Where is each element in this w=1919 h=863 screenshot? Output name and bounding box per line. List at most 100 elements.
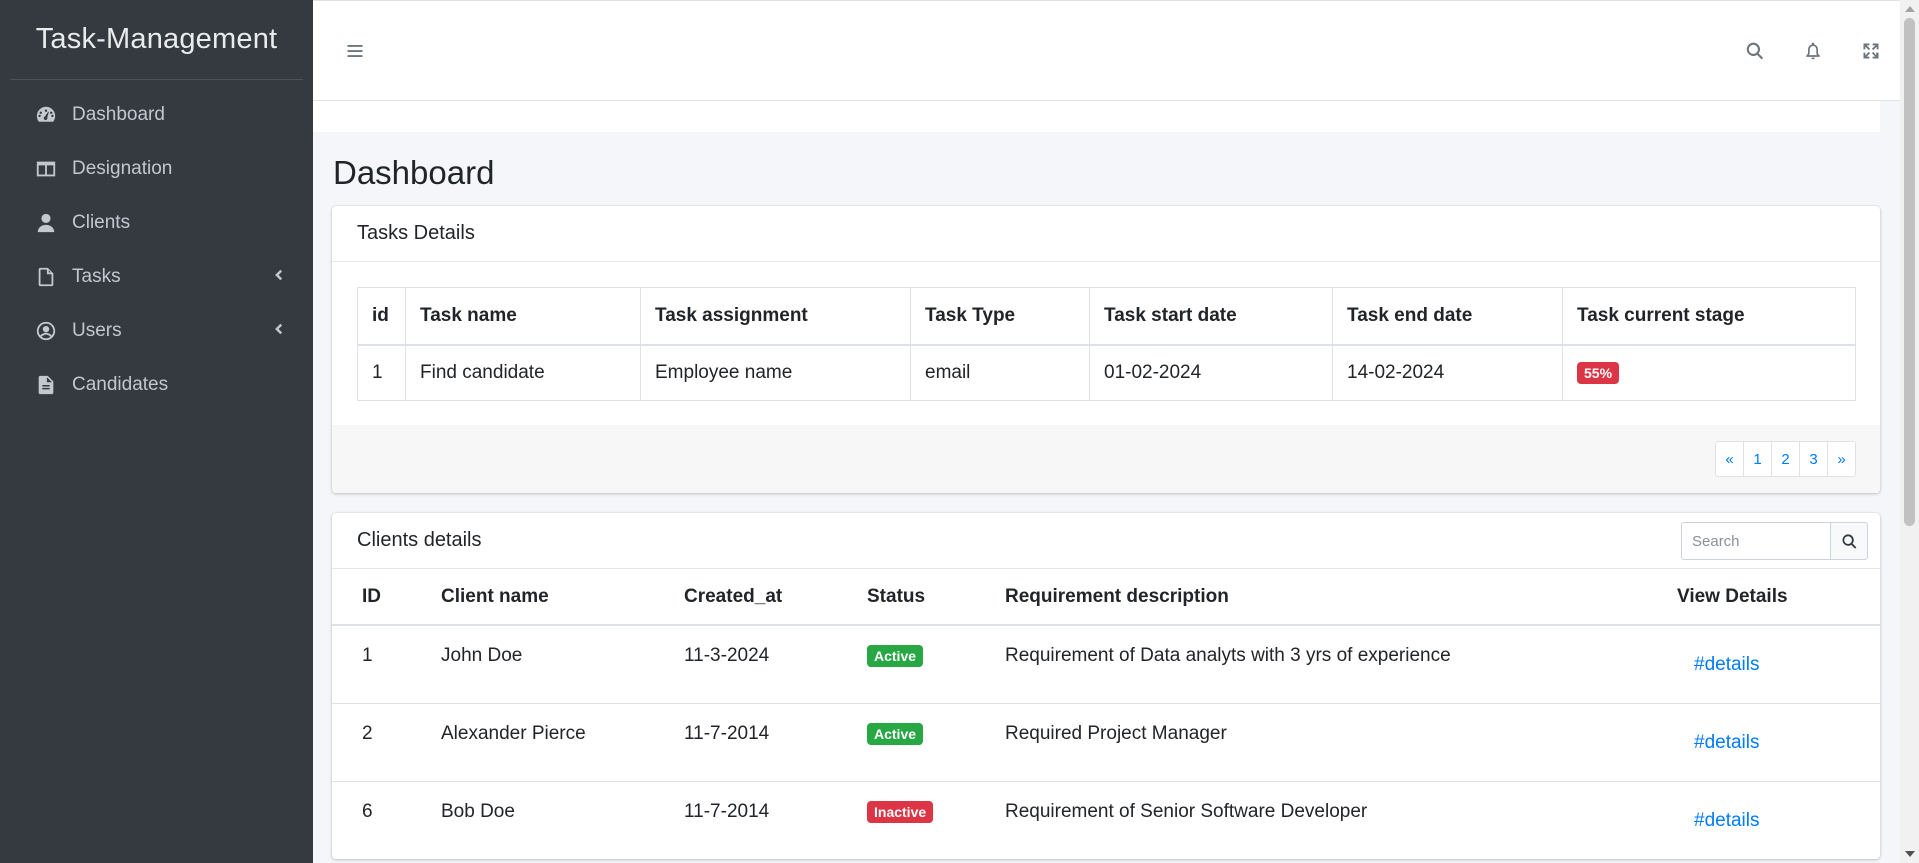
tasks-card-header: Tasks Details	[332, 206, 1880, 262]
page-1-button[interactable]: 1	[1743, 441, 1772, 477]
client-status-cell: Inactive	[837, 780, 975, 859]
chevron-left-icon	[271, 322, 285, 341]
column-header: ID	[332, 569, 411, 626]
table-row: 6 Bob Doe 11-7-2014 Inactive Requirement…	[332, 780, 1880, 859]
search-icon[interactable]	[1726, 22, 1784, 80]
client-requirement: Requirement of Senior Software Developer	[975, 780, 1647, 859]
tasks-card-title: Tasks Details	[357, 222, 475, 244]
table-row: 1 Find candidate Employee name email 01-…	[357, 344, 1856, 401]
task-assignment: Employee name	[640, 344, 911, 401]
client-id: 6	[332, 780, 411, 859]
user-circle-icon	[34, 319, 58, 343]
details-link[interactable]: #details	[1694, 732, 1760, 753]
client-details-cell: #details	[1647, 702, 1880, 781]
file-icon	[34, 265, 58, 289]
column-header: Task start date	[1089, 287, 1333, 346]
brand[interactable]: Task-Management	[10, 0, 303, 80]
brand-text[interactable]: Task-Management	[36, 23, 278, 56]
sidebar-item-label: Designation	[72, 158, 173, 179]
sidebar-item-designation[interactable]: Designation	[0, 142, 313, 196]
search-icon	[1842, 533, 1856, 549]
clients-table: ID Client name Created_at Status Require…	[332, 569, 1880, 859]
navbar-right	[1726, 1, 1900, 100]
top-navbar	[313, 0, 1900, 101]
client-requirement: Required Project Manager	[975, 702, 1647, 781]
sidebar-item-tasks[interactable]: Tasks	[0, 250, 313, 304]
client-details-cell: #details	[1647, 780, 1880, 859]
page-next-button[interactable]: »	[1827, 441, 1856, 477]
sidebar-item-clients[interactable]: Clients	[0, 196, 313, 250]
table-row: 1 John Doe 11-3-2024 Active Requirement …	[332, 624, 1880, 703]
details-link[interactable]: #details	[1694, 810, 1760, 831]
table-row: 2 Alexander Pierce 11-7-2014 Active Requ…	[332, 702, 1880, 781]
page-3-button[interactable]: 3	[1799, 441, 1828, 477]
sidebar-item-label: Candidates	[72, 374, 169, 395]
scroll-up-arrow-icon[interactable]	[1905, 6, 1915, 12]
sidebar-item-label: Dashboard	[72, 104, 165, 125]
column-header: View Details	[1647, 569, 1880, 626]
client-name: Bob Doe	[411, 780, 654, 859]
clients-search-input[interactable]	[1681, 522, 1830, 560]
clients-card-title: Clients details	[357, 529, 482, 551]
page-2-button[interactable]: 2	[1771, 441, 1800, 477]
column-header: Task Type	[910, 287, 1090, 346]
column-header: Task assignment	[640, 287, 911, 346]
clients-card: Clients details ID Client name Created_a…	[332, 513, 1880, 859]
client-status-cell: Active	[837, 624, 975, 703]
main-area: Dashboard Tasks Details id Task name Tas…	[313, 0, 1900, 863]
content-wrapper-top	[313, 101, 1880, 132]
menu-icon[interactable]	[343, 39, 367, 63]
sidebar-nav: Dashboard Designation Clients Tasks User…	[0, 80, 313, 412]
columns-icon	[34, 157, 58, 181]
client-status-cell: Active	[837, 702, 975, 781]
status-badge: Active	[867, 722, 924, 745]
task-end-date: 14-02-2024	[1332, 344, 1563, 401]
column-header: Status	[837, 569, 975, 626]
client-created-at: 11-7-2014	[654, 702, 837, 781]
task-stage-cell: 55%	[1562, 344, 1856, 401]
tasks-card-body: id Task name Task assignment Task Type T…	[332, 262, 1880, 425]
column-header: Task name	[405, 287, 641, 346]
sidebar: Task-Management Dashboard Designation Cl…	[0, 0, 313, 863]
scroll-down-arrow-icon[interactable]	[1905, 851, 1915, 857]
column-header: Task end date	[1332, 287, 1563, 346]
task-start-date: 01-02-2024	[1089, 344, 1333, 401]
client-requirement: Requirement of Data analyts with 3 yrs o…	[975, 624, 1647, 703]
status-badge: Active	[867, 645, 924, 667]
sidebar-item-label: Clients	[72, 212, 131, 233]
page-scrollbar[interactable]	[1900, 0, 1919, 863]
tasks-card: Tasks Details id Task name Task assignme…	[332, 206, 1880, 493]
table-header-row: ID Client name Created_at Status Require…	[332, 569, 1880, 626]
status-badge: Inactive	[867, 800, 934, 823]
client-id: 2	[332, 702, 411, 781]
sidebar-item-users[interactable]: Users	[0, 304, 313, 358]
sidebar-item-dashboard[interactable]: Dashboard	[0, 88, 313, 142]
stage-badge: 55%	[1577, 361, 1620, 384]
dashboard-icon	[34, 103, 58, 127]
sidebar-item-candidates[interactable]: Candidates	[0, 358, 313, 412]
column-header: Task current stage	[1562, 287, 1856, 346]
bell-icon[interactable]	[1784, 22, 1842, 80]
column-header: id	[357, 287, 406, 346]
scrollbar-thumb[interactable]	[1904, 18, 1915, 526]
clients-search-group	[1681, 522, 1868, 560]
clients-search-button[interactable]	[1830, 522, 1868, 560]
task-type: email	[910, 344, 1090, 401]
client-created-at: 11-7-2014	[654, 780, 837, 859]
client-created-at: 11-3-2024	[654, 624, 837, 703]
sidebar-item-label: Tasks	[72, 266, 121, 287]
chevron-left-icon	[271, 268, 285, 287]
table-header-row: id Task name Task assignment Task Type T…	[357, 287, 1856, 346]
file-text-icon	[34, 373, 58, 397]
task-id: 1	[357, 344, 406, 401]
content-header: Dashboard	[313, 132, 1900, 206]
page-title: Dashboard	[333, 154, 495, 191]
client-details-cell: #details	[1647, 624, 1880, 703]
tasks-table: id Task name Task assignment Task Type T…	[357, 287, 1856, 401]
task-name: Find candidate	[405, 344, 641, 401]
page-prev-button[interactable]: «	[1715, 441, 1744, 477]
expand-icon[interactable]	[1842, 22, 1900, 80]
details-link[interactable]: #details	[1694, 654, 1760, 675]
column-header: Requirement description	[975, 569, 1647, 626]
column-header: Created_at	[654, 569, 837, 626]
